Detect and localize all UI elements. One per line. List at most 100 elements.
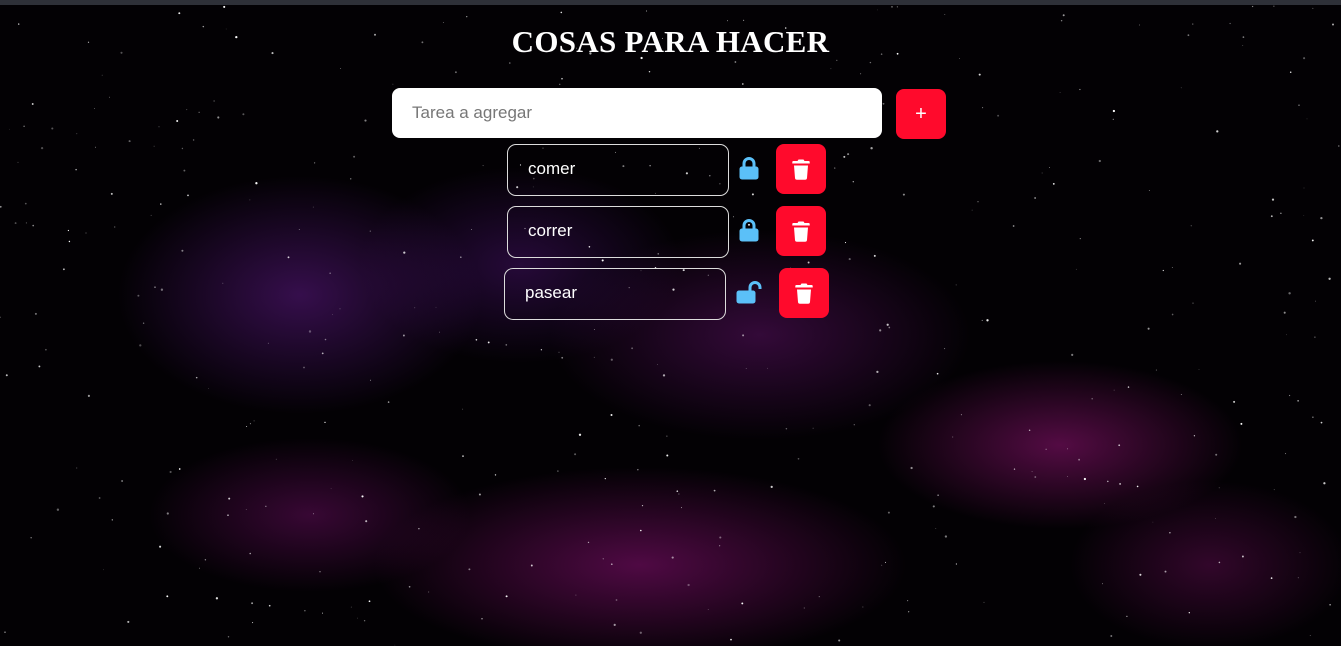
star	[1071, 353, 1074, 356]
star	[1049, 166, 1051, 168]
star	[733, 216, 735, 218]
star	[1288, 292, 1291, 295]
star	[559, 83, 561, 85]
star	[468, 568, 471, 571]
star	[402, 334, 405, 337]
star	[881, 564, 883, 566]
star	[509, 62, 511, 64]
star	[848, 258, 851, 261]
star	[877, 9, 878, 11]
star	[215, 597, 219, 600]
star	[862, 606, 864, 608]
star	[0, 316, 1, 319]
star	[852, 181, 854, 183]
star	[666, 435, 668, 437]
star	[217, 116, 220, 119]
star	[666, 454, 669, 457]
star	[94, 146, 96, 148]
star	[32, 224, 35, 227]
star	[353, 155, 356, 158]
star	[1311, 239, 1314, 242]
star	[1303, 215, 1305, 217]
task-text[interactable]: pasear	[504, 268, 726, 320]
star	[558, 351, 560, 353]
star	[253, 420, 255, 422]
star	[245, 509, 247, 510]
star	[1034, 197, 1036, 199]
star	[1188, 612, 1190, 614]
star	[1180, 394, 1182, 395]
star	[1067, 448, 1068, 450]
star	[870, 147, 873, 150]
star	[657, 364, 658, 365]
new-task-input[interactable]	[392, 88, 882, 138]
star	[255, 182, 258, 185]
star	[17, 161, 19, 163]
star	[481, 618, 483, 620]
star	[830, 68, 832, 70]
star	[602, 558, 604, 560]
star	[530, 564, 533, 567]
star	[304, 610, 306, 612]
star	[727, 20, 729, 22]
task-text[interactable]: correr	[507, 206, 729, 258]
star	[246, 425, 248, 428]
star	[251, 602, 254, 605]
lock-icon[interactable]	[738, 156, 764, 182]
star	[466, 16, 468, 18]
star	[671, 556, 674, 559]
star	[195, 376, 198, 379]
star	[734, 61, 737, 63]
star	[1299, 552, 1301, 554]
delete-task-button[interactable]	[779, 268, 829, 318]
delete-task-button[interactable]	[776, 144, 826, 194]
star	[158, 126, 160, 128]
star	[1169, 532, 1171, 534]
task-text[interactable]: comer	[507, 144, 729, 196]
star	[1338, 145, 1340, 147]
star	[56, 508, 60, 511]
star	[593, 329, 595, 330]
star	[1052, 183, 1055, 185]
lock-icon[interactable]	[738, 218, 764, 244]
star	[252, 622, 254, 624]
star	[1241, 555, 1244, 558]
star	[1323, 482, 1326, 485]
star	[944, 348, 946, 350]
star	[228, 497, 231, 500]
star	[770, 485, 773, 489]
star	[574, 453, 577, 456]
star	[9, 128, 11, 130]
star	[891, 6, 893, 8]
star	[646, 10, 648, 12]
star	[418, 527, 420, 530]
star	[1139, 573, 1142, 576]
delete-task-button[interactable]	[776, 206, 826, 256]
unlock-icon[interactable]	[735, 280, 765, 306]
star	[1164, 570, 1167, 573]
star	[613, 623, 616, 627]
star	[31, 103, 34, 105]
star	[1112, 118, 1114, 120]
star	[540, 349, 543, 351]
star	[1273, 5, 1275, 7]
star	[1283, 311, 1286, 314]
star	[834, 167, 836, 169]
star	[869, 61, 872, 64]
star	[873, 254, 876, 257]
star	[5, 374, 8, 377]
star	[303, 366, 305, 369]
star	[361, 495, 364, 498]
trash-icon	[795, 283, 813, 304]
star	[1297, 577, 1299, 579]
star	[1180, 87, 1182, 89]
add-task-button[interactable]: +	[896, 89, 946, 139]
star	[575, 594, 577, 596]
star	[1312, 416, 1314, 418]
star	[741, 83, 744, 85]
star	[482, 165, 484, 167]
star	[487, 341, 490, 344]
star	[62, 268, 65, 271]
star	[1034, 476, 1037, 478]
star	[159, 545, 162, 548]
